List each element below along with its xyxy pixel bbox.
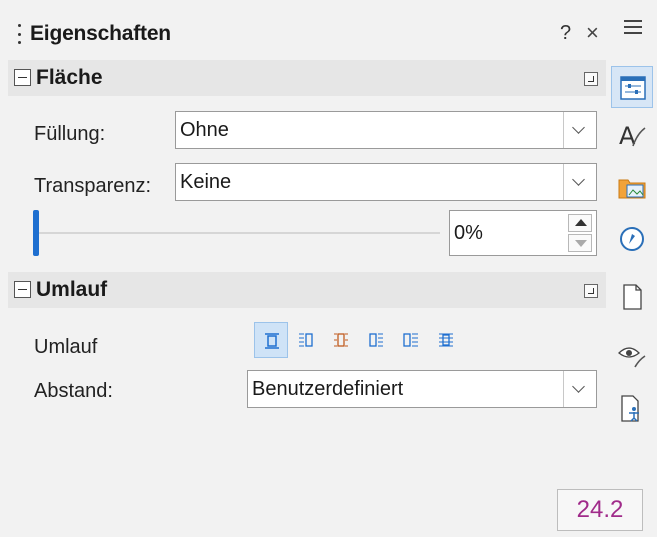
sidebar-deck: A — [607, 14, 657, 444]
transparency-spinbox[interactable]: 0% — [449, 210, 597, 256]
spin-down-button[interactable] — [568, 234, 592, 252]
spin-value: 0% — [454, 222, 483, 244]
panel-titlebar: Eigenschaften ? × — [8, 14, 608, 54]
spacing-value: Benutzerdefiniert — [252, 378, 404, 400]
version-badge: 24.2 — [557, 489, 643, 531]
gallery-icon[interactable] — [611, 166, 653, 208]
panel-title: Eigenschaften — [30, 22, 171, 45]
wrap-right-icon — [369, 333, 383, 347]
section-title-flaeche: Fläche — [36, 66, 103, 89]
help-button[interactable]: ? — [560, 22, 571, 45]
transparency-value: Keine — [180, 171, 232, 193]
spacing-combobox[interactable]: Benutzerdefiniert — [247, 370, 597, 408]
wrap-through-button[interactable] — [429, 322, 463, 358]
styles-icon[interactable]: A — [611, 114, 653, 156]
transparency-slider-thumb[interactable] — [33, 210, 39, 256]
chevron-down-icon[interactable] — [563, 371, 596, 407]
drag-grip-icon[interactable] — [18, 24, 21, 44]
collapse-icon[interactable] — [14, 69, 31, 86]
wrap-off-button[interactable] — [254, 322, 288, 358]
wrap-off-icon — [265, 333, 279, 349]
chevron-down-icon[interactable] — [563, 112, 596, 148]
wrap-parallel-button[interactable] — [324, 322, 358, 358]
transparency-label: Transparenz: — [34, 175, 152, 197]
navigator-icon[interactable] — [611, 218, 653, 260]
spacing-label: Abstand: — [34, 380, 113, 402]
more-options-icon[interactable] — [584, 72, 598, 86]
close-button[interactable]: × — [586, 20, 599, 46]
more-options-icon[interactable] — [584, 284, 598, 298]
fill-combobox[interactable]: Ohne — [175, 111, 597, 149]
fill-value: Ohne — [180, 119, 229, 141]
properties-icon[interactable] — [611, 66, 653, 108]
section-header-flaeche[interactable]: Fläche — [8, 60, 606, 96]
wrap-label: Umlauf — [34, 336, 98, 358]
chevron-down-icon[interactable] — [563, 164, 596, 200]
page-icon[interactable] — [611, 276, 653, 318]
wrap-optimal-button[interactable] — [394, 322, 428, 358]
section-header-umlauf[interactable]: Umlauf — [8, 272, 606, 308]
style-inspector-icon[interactable] — [611, 334, 653, 376]
collapse-icon[interactable] — [14, 281, 31, 298]
wrap-parallel-icon — [334, 333, 348, 347]
wrap-left-button[interactable] — [289, 322, 323, 358]
accessibility-check-icon[interactable] — [611, 388, 653, 430]
spin-up-button[interactable] — [568, 214, 592, 232]
section-title-umlauf: Umlauf — [36, 278, 108, 301]
fill-label: Füllung: — [34, 123, 106, 145]
transparency-combobox[interactable]: Keine — [175, 163, 597, 201]
wrap-right-button[interactable] — [359, 322, 393, 358]
wrap-optimal-icon — [403, 333, 418, 347]
wrap-left-icon — [299, 333, 313, 347]
transparency-slider-track[interactable] — [36, 232, 440, 234]
wrap-through-icon — [439, 333, 453, 347]
hamburger-menu-icon[interactable] — [624, 20, 642, 36]
